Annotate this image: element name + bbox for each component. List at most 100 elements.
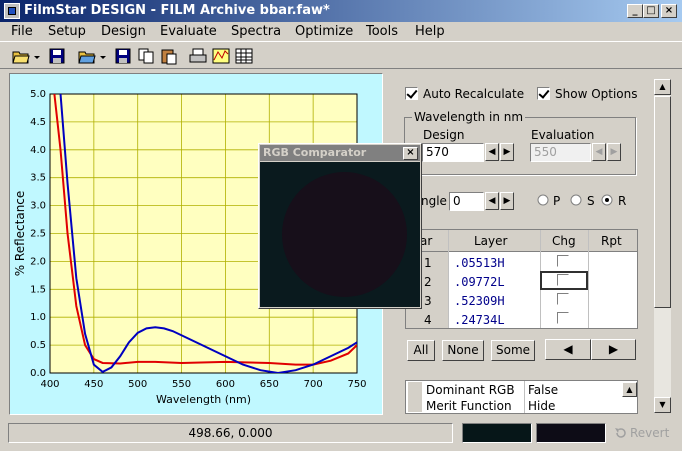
table-icon[interactable] [235,47,253,65]
x-tick-label: 700 [304,379,323,390]
x-axis-label: Wavelength (nm) [156,393,251,406]
previous-button[interactable]: ◀ [545,339,591,360]
open-archive-icon[interactable] [78,47,96,65]
layer-grid[interactable]: ar Layer Chg Rpt 1 .05513H 2 .09772L 3 .… [405,229,638,329]
row-number: 1 [424,256,432,270]
s-polarization-radio[interactable] [570,194,582,206]
property-divider [524,381,525,413]
vertical-scrollbar[interactable]: ▲ ▼ [654,79,671,413]
evaluation-decrement-button[interactable]: ◀ [592,143,606,161]
design-label: Design [423,128,465,142]
menu-evaluate[interactable]: Evaluate [160,24,217,39]
grid-divider [588,230,589,328]
col-header-chg: Chg [552,234,576,248]
minimize-button[interactable]: _ [627,4,643,18]
property-list[interactable]: Dominant RGB False Merit Function Hide ▲ [405,380,638,414]
plot-icon[interactable] [212,47,230,65]
chg-checkbox[interactable] [557,255,569,267]
row-number: 2 [424,275,432,289]
y-tick-label: 1.5 [30,284,46,295]
y-tick-label: 3.5 [30,173,46,184]
layer-cell[interactable]: .09772L [454,275,505,289]
chg-checkbox[interactable] [557,312,569,324]
menu-tools[interactable]: Tools [366,24,398,39]
menu-optimize[interactable]: Optimize [295,24,353,39]
angle-input[interactable]: 0 [449,192,484,211]
revert-button[interactable]: Revert [630,426,669,440]
chg-checkbox[interactable] [557,293,569,305]
maximize-button[interactable]: □ [643,4,659,18]
y-tick-label: 4.5 [30,117,46,128]
y-tick-label: 1.0 [30,312,46,323]
color-swatch-evaluation [462,423,532,443]
x-tick-label: 500 [128,379,147,390]
evaluation-wavelength-input[interactable]: 550 [530,143,591,162]
show-options-checkbox[interactable] [537,87,550,100]
rgb-comparator-window[interactable]: RGB Comparator × [258,143,422,309]
x-tick-label: 600 [216,379,235,390]
title-bar: FilmStar DESIGN - FILM Archive bbar.faw*… [0,0,682,22]
property-value[interactable]: False [528,383,558,397]
scroll-thumb[interactable] [654,96,671,308]
auto-recalculate-checkbox[interactable] [405,87,418,100]
col-header-layer: Layer [474,234,508,248]
select-none-button[interactable]: None [442,340,484,361]
layer-cell[interactable]: .24734L [454,313,505,327]
rgb-display [260,162,420,307]
next-button[interactable]: ▶ [591,339,636,360]
x-tick-label: 550 [172,379,191,390]
color-swatch-design [536,423,606,443]
property-key: Dominant RGB [426,383,515,397]
design-wavelength-input[interactable]: 570 [422,143,484,162]
design-decrement-button[interactable]: ◀ [485,143,499,161]
menu-spectra[interactable]: Spectra [231,24,281,39]
scroll-down-button[interactable]: ▼ [654,397,671,413]
wavelength-group-label: Wavelength in nm [412,110,526,124]
dropdown-arrow-icon[interactable] [33,47,41,65]
x-tick-label: 750 [347,379,366,390]
rgb-comparator-title: RGB Comparator [263,146,367,159]
cursor-coords: 498.66, 0.000 [8,423,453,443]
menu-help[interactable]: Help [415,24,445,39]
copy-icon[interactable] [137,47,155,65]
p-polarization-radio[interactable] [537,194,549,206]
evaluation-increment-button[interactable]: ▶ [607,143,621,161]
revert-icon [615,428,626,438]
menu-file[interactable]: File [11,24,33,39]
toolbar [0,41,682,69]
chg-checkbox[interactable] [557,274,569,286]
x-tick-label: 650 [260,379,279,390]
print-icon[interactable] [189,47,207,65]
row-number: 3 [424,294,432,308]
select-all-button[interactable]: All [407,340,435,361]
layer-cell[interactable]: .52309H [454,294,505,308]
menu-setup[interactable]: Setup [48,24,86,39]
property-scroll-up-button[interactable]: ▲ [622,382,637,397]
r-polarization-radio[interactable] [601,194,613,206]
p-label: P [553,194,561,208]
y-tick-label: 3.0 [30,201,46,212]
layer-cell[interactable]: .05513H [454,256,505,270]
show-options-label: Show Options [555,87,638,101]
design-increment-button[interactable]: ▶ [500,143,514,161]
r-label: R [618,194,627,208]
dropdown-arrow-icon[interactable] [99,47,107,65]
property-key: Merit Function [426,399,512,413]
select-some-button[interactable]: Some [491,340,535,361]
open-folder-icon[interactable] [12,47,30,65]
y-tick-label: 5.0 [30,89,46,100]
save-icon[interactable] [48,47,66,65]
scroll-up-button[interactable]: ▲ [654,79,671,95]
paste-icon[interactable] [160,47,178,65]
menu-design[interactable]: Design [101,24,146,39]
angle-decrement-button[interactable]: ◀ [485,192,499,210]
y-tick-label: 0.0 [30,368,46,379]
close-button[interactable]: × [661,4,677,18]
property-value[interactable]: Hide [528,399,555,413]
rgb-close-button[interactable]: × [403,147,418,160]
save-archive-icon[interactable] [114,47,132,65]
angle-increment-button[interactable]: ▶ [500,192,514,210]
menu-bar: File Setup Design Evaluate Spectra Optim… [0,22,682,41]
s-label: S [587,194,595,208]
rgb-comparator-title-bar[interactable]: RGB Comparator [260,145,420,161]
